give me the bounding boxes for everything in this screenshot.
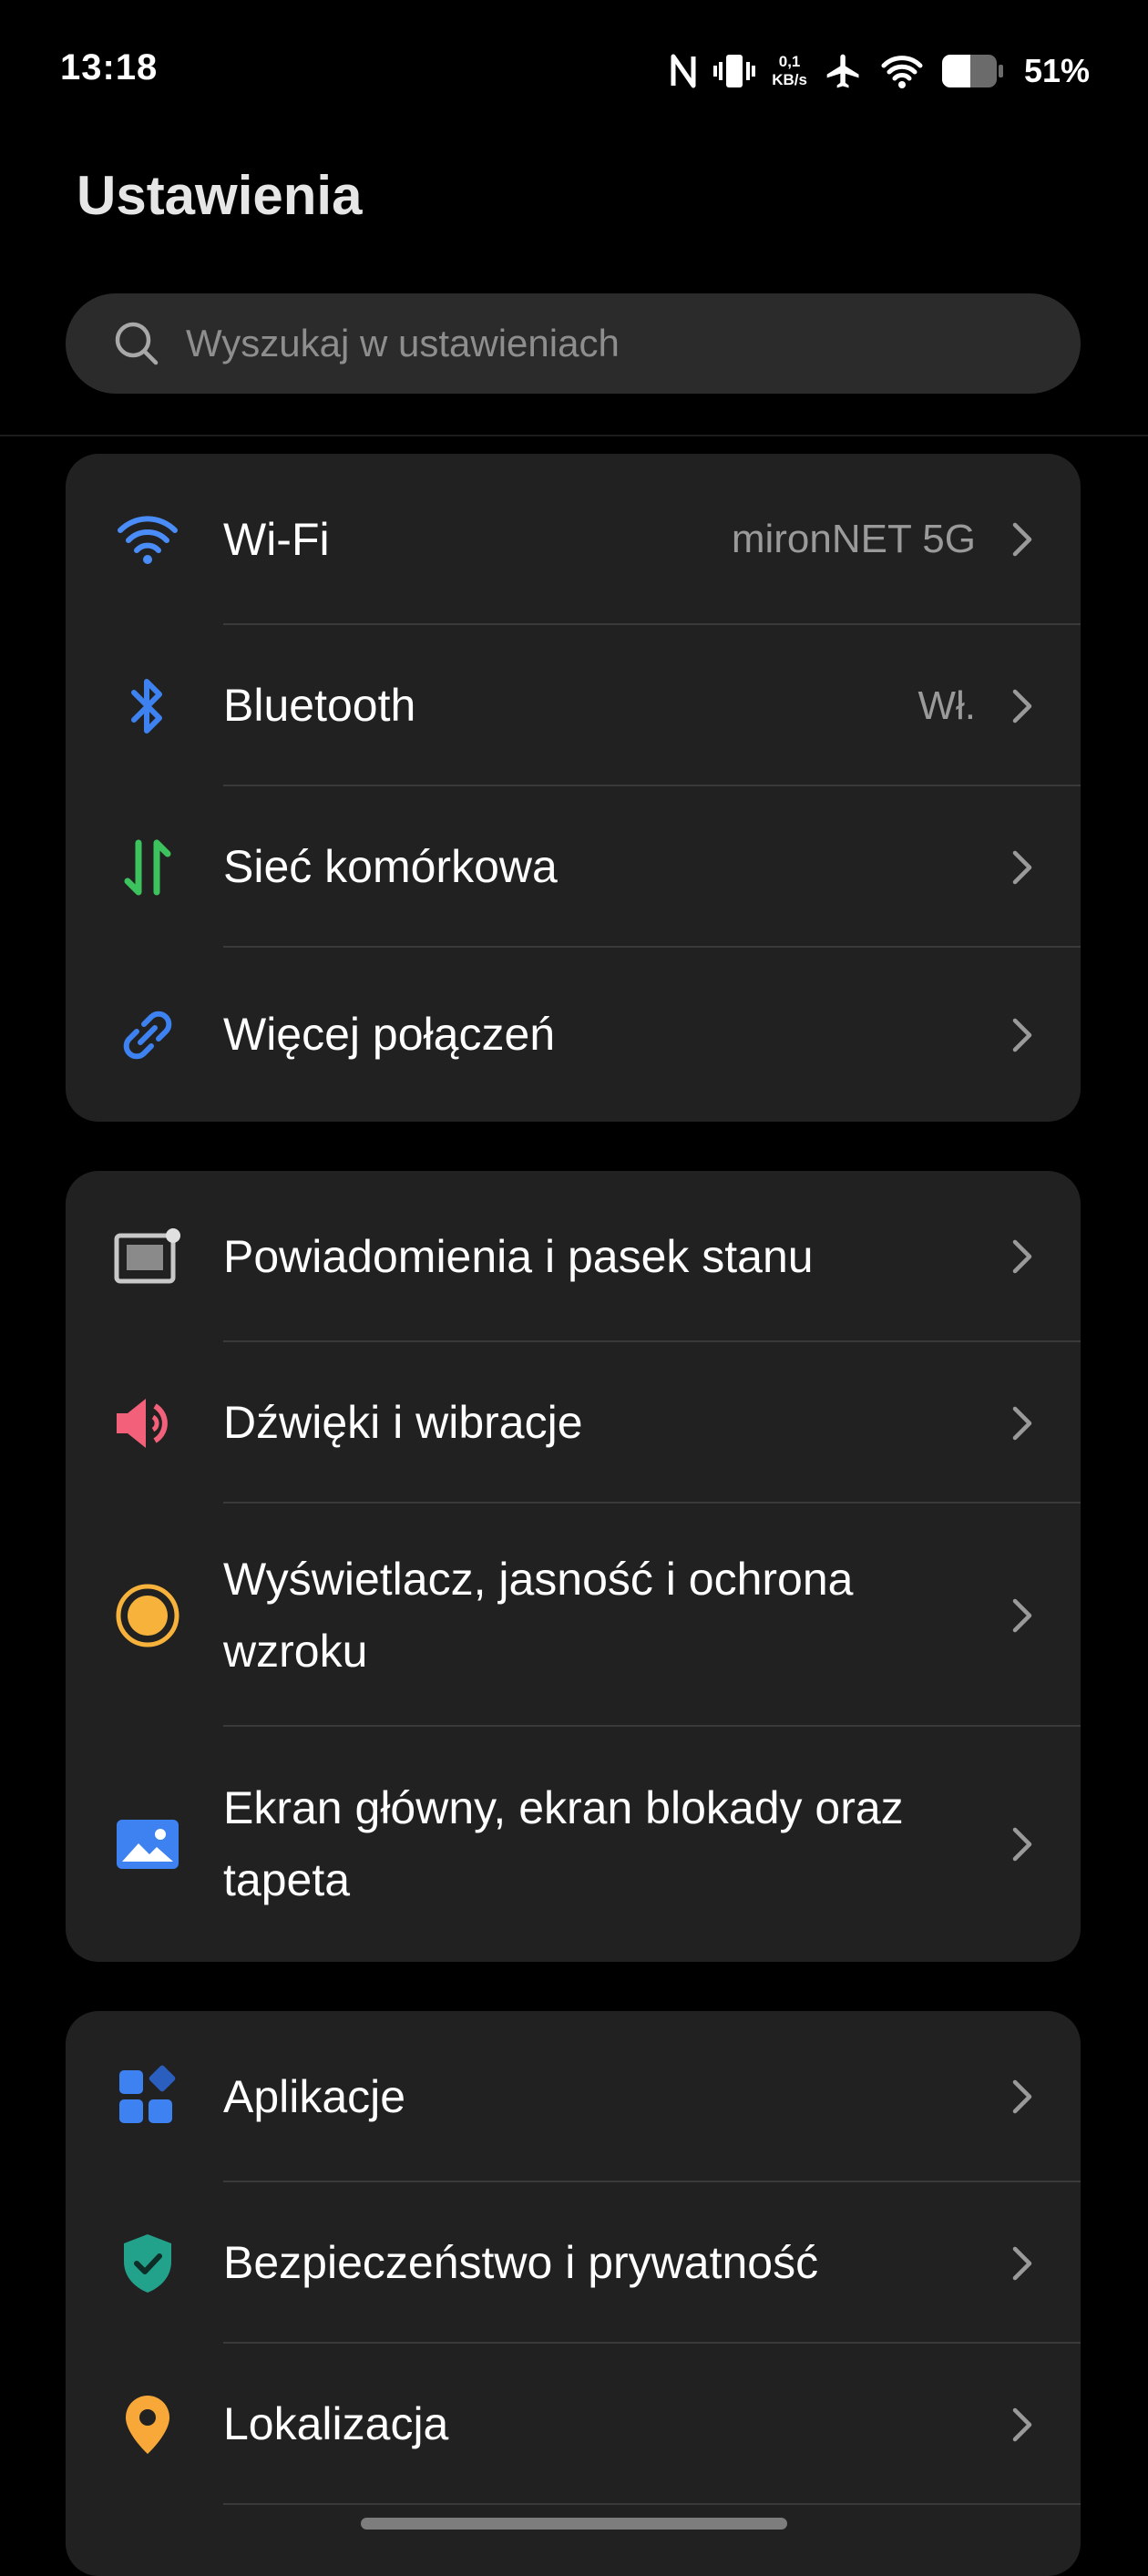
net-speed: 0,1 KB/s bbox=[772, 53, 807, 89]
link-icon bbox=[113, 1001, 182, 1070]
settings-row-notifications[interactable]: Powiadomienia i pasek stanu bbox=[66, 1171, 1081, 1342]
net-speed-value: 0,1 bbox=[778, 53, 801, 70]
chevron-right-icon bbox=[1004, 2236, 1040, 2291]
search-icon bbox=[111, 318, 162, 369]
settings-row-bluetooth[interactable]: Bluetooth Wł. bbox=[66, 625, 1081, 786]
mobile-data-icon bbox=[113, 833, 182, 902]
settings-row-more-connections[interactable]: Więcej połączeń bbox=[66, 948, 1081, 1122]
settings-row-mobile-network[interactable]: Sieć komórkowa bbox=[66, 786, 1081, 948]
display-icon bbox=[113, 1581, 182, 1650]
display-sound-card: Powiadomienia i pasek stanu Dźwięki i wi… bbox=[66, 1171, 1081, 1962]
row-value: Wł. bbox=[917, 682, 976, 728]
notification-icon bbox=[113, 1222, 182, 1291]
apps-security-card: Aplikacje Bezpieczeństwo i prywatność Lo… bbox=[66, 2011, 1081, 2576]
search-bar[interactable] bbox=[66, 293, 1081, 394]
chevron-right-icon bbox=[1004, 512, 1040, 567]
location-icon bbox=[113, 2390, 182, 2459]
apps-icon bbox=[113, 2062, 182, 2131]
chevron-right-icon bbox=[1004, 1229, 1040, 1284]
row-label: Bezpieczeństwo i prywatność bbox=[223, 2237, 819, 2288]
row-label: Powiadomienia i pasek stanu bbox=[223, 1230, 814, 1282]
battery-percent: 51% bbox=[1023, 52, 1090, 89]
row-label: Ekran główny, ekran blokady oraz tapeta bbox=[223, 1782, 904, 1905]
wifi-icon bbox=[113, 505, 182, 574]
settings-row-wallpaper[interactable]: Ekran główny, ekran blokady oraz tapeta bbox=[66, 1727, 1081, 1962]
settings-row-wifi[interactable]: Wi-Fi mironNET 5G bbox=[66, 454, 1081, 625]
wifi-signal-icon bbox=[880, 53, 924, 89]
page-title: Ustawienia bbox=[77, 165, 363, 226]
chevron-right-icon bbox=[1004, 2397, 1040, 2452]
row-divider bbox=[223, 2503, 1081, 2505]
nfc-icon bbox=[670, 53, 697, 89]
wallpaper-icon bbox=[113, 1810, 182, 1879]
chevron-right-icon bbox=[1004, 840, 1040, 895]
row-value: mironNET 5G bbox=[731, 517, 976, 561]
chevron-right-icon bbox=[1004, 1588, 1040, 1643]
chevron-right-icon bbox=[1004, 1817, 1040, 1872]
status-bar: 13:18 0,1 KB/s 51% bbox=[0, 0, 1148, 146]
shield-icon bbox=[113, 2229, 182, 2298]
net-speed-unit: KB/s bbox=[772, 71, 807, 88]
bluetooth-icon bbox=[113, 672, 182, 741]
chevron-right-icon bbox=[1004, 679, 1040, 734]
row-label: Więcej połączeń bbox=[223, 1009, 556, 1060]
chevron-right-icon bbox=[1004, 1008, 1040, 1062]
row-label: Wyświetlacz, jasność i ochrona wzroku bbox=[223, 1553, 854, 1677]
home-indicator[interactable] bbox=[361, 2518, 787, 2530]
settings-row-sounds[interactable]: Dźwięki i wibracje bbox=[66, 1342, 1081, 1504]
search-input[interactable] bbox=[184, 321, 1008, 366]
vibrate-icon bbox=[713, 51, 756, 91]
settings-row-display[interactable]: Wyświetlacz, jasność i ochrona wzroku bbox=[66, 1504, 1081, 1727]
chevron-right-icon bbox=[1004, 2069, 1040, 2124]
connections-card: Wi-Fi mironNET 5G Bluetooth Wł. Sieć kom… bbox=[66, 454, 1081, 1122]
speaker-icon bbox=[113, 1389, 182, 1458]
status-icons: 0,1 KB/s 51% bbox=[670, 44, 1090, 98]
airplane-icon bbox=[824, 51, 864, 91]
row-label: Aplikacje bbox=[223, 2070, 406, 2122]
row-label: Dźwięki i wibracje bbox=[223, 1397, 583, 1448]
status-time: 13:18 bbox=[60, 47, 159, 87]
battery-icon bbox=[940, 53, 1004, 89]
settings-row-location[interactable]: Lokalizacja bbox=[66, 2344, 1081, 2505]
settings-row-apps[interactable]: Aplikacje bbox=[66, 2011, 1081, 2182]
row-label: Sieć komórkowa bbox=[223, 841, 558, 892]
row-label: Lokalizacja bbox=[223, 2398, 449, 2449]
row-label: Bluetooth bbox=[223, 680, 416, 731]
chevron-right-icon bbox=[1004, 1396, 1040, 1451]
settings-row-security[interactable]: Bezpieczeństwo i prywatność bbox=[66, 2182, 1081, 2344]
header-divider bbox=[0, 435, 1148, 436]
